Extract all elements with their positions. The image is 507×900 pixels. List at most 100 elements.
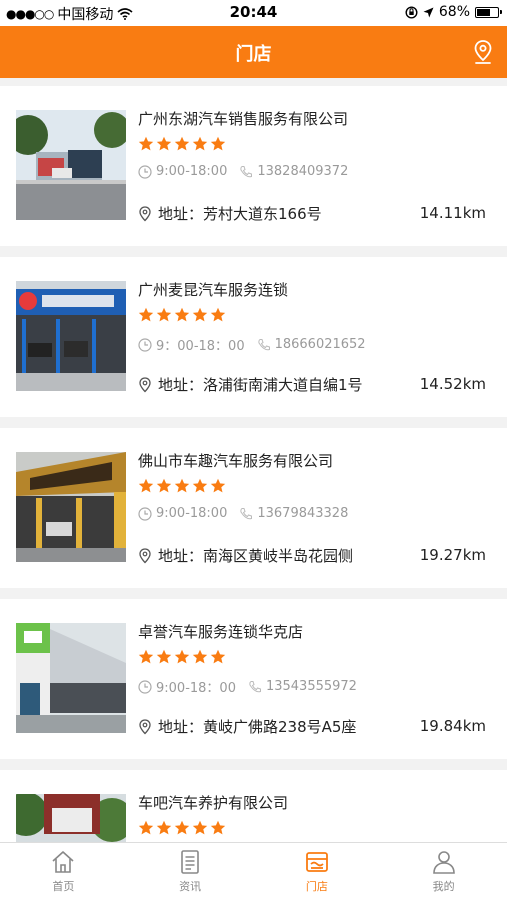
location-pin-icon xyxy=(139,205,151,221)
tab-home[interactable]: 首页 xyxy=(0,843,127,900)
phone-icon xyxy=(249,680,261,692)
star-icon xyxy=(138,307,154,322)
store-photo xyxy=(16,281,126,391)
store-name: 车吧汽车养护有限公司 xyxy=(138,794,289,812)
star-icon xyxy=(174,649,190,664)
store-address: 地址：芳村大道东166号 xyxy=(138,203,322,224)
star-icon xyxy=(138,478,154,493)
store-hours: 9:00-18:00 xyxy=(156,506,228,521)
battery-level xyxy=(477,8,490,16)
store-name: 卓誉汽车服务连锁华克店 xyxy=(138,623,304,641)
map-pin-icon[interactable] xyxy=(471,39,495,65)
nav-bar: 门店 xyxy=(0,26,507,78)
news-icon xyxy=(181,850,199,874)
store-distance: 19.27km xyxy=(419,546,486,564)
tab-bar: 首页 资讯 门店 我的 xyxy=(0,842,507,900)
store-address: 地址：黄岐广佛路238号A5座 xyxy=(138,716,356,737)
store-card[interactable]: 广州麦昆汽车服务连锁 9：00-18：00 18666021652 地址：洛浦街… xyxy=(0,257,507,417)
store-photo xyxy=(16,110,126,220)
location-arrow-icon xyxy=(423,7,434,17)
star-icon xyxy=(174,136,190,151)
star-icon xyxy=(210,478,226,493)
user-icon xyxy=(432,851,455,874)
phone-icon xyxy=(240,507,253,519)
store-meta: 9:00-18:00 13679843328 xyxy=(138,506,348,521)
star-icon xyxy=(192,478,208,493)
location-pin-icon xyxy=(139,718,151,734)
store-card[interactable]: 卓誉汽车服务连锁华克店 9:00-18：00 13543555972 地址：黄岐… xyxy=(0,599,507,759)
star-icon xyxy=(156,478,172,493)
rating-stars xyxy=(138,136,226,152)
location-pin-icon xyxy=(139,547,151,563)
star-icon xyxy=(156,307,172,322)
store-photo xyxy=(16,452,126,562)
status-bar: ●●●○○ 中国移动 20:44 68% xyxy=(0,0,507,26)
store-icon xyxy=(305,852,328,872)
store-address-text: 地址：南海区黄岐半岛花园侧 xyxy=(158,547,354,565)
battery-icon xyxy=(475,6,502,18)
store-hours: 9：00-18：00 xyxy=(156,339,245,354)
store-meta: 9：00-18：00 18666021652 xyxy=(138,335,366,354)
clock-icon xyxy=(138,164,152,179)
store-phone[interactable]: 13679843328 xyxy=(257,506,348,521)
store-distance: 14.52km xyxy=(419,375,486,393)
star-icon xyxy=(174,307,190,322)
store-name: 广州东湖汽车销售服务有限公司 xyxy=(138,110,349,128)
store-address-text: 地址：芳村大道东166号 xyxy=(158,205,322,223)
clock-icon xyxy=(138,506,152,521)
tab-store[interactable]: 门店 xyxy=(254,843,381,900)
store-address-text: 地址：洛浦街南浦大道自编1号 xyxy=(158,376,363,394)
star-icon xyxy=(210,136,226,151)
store-address-text: 地址：黄岐广佛路238号A5座 xyxy=(158,718,357,736)
store-phone[interactable]: 18666021652 xyxy=(275,337,366,352)
rating-stars xyxy=(138,307,226,323)
tab-mine[interactable]: 我的 xyxy=(380,843,507,900)
location-pin-icon xyxy=(139,376,151,392)
store-phone[interactable]: 13543555972 xyxy=(266,679,357,694)
star-icon xyxy=(156,820,172,835)
star-icon xyxy=(210,820,226,835)
star-icon xyxy=(138,649,154,664)
star-icon xyxy=(174,820,190,835)
star-icon xyxy=(192,136,208,151)
store-meta: 9:00-18：00 13543555972 xyxy=(138,677,357,696)
store-name: 佛山市车趣汽车服务有限公司 xyxy=(138,452,334,470)
tab-label: 我的 xyxy=(432,880,455,893)
star-icon xyxy=(192,649,208,664)
star-icon xyxy=(156,649,172,664)
store-phone[interactable]: 13828409372 xyxy=(257,164,348,179)
rating-stars xyxy=(138,649,226,665)
star-icon xyxy=(192,307,208,322)
tab-label: 资讯 xyxy=(179,880,202,893)
star-icon xyxy=(174,478,190,493)
store-card[interactable]: 广州东湖汽车销售服务有限公司 9:00-18:00 13828409372 地址… xyxy=(0,86,507,246)
phone-icon xyxy=(257,338,270,350)
clock-icon xyxy=(138,679,152,694)
star-icon xyxy=(156,136,172,151)
store-address: 地址：南海区黄岐半岛花园侧 xyxy=(138,545,353,566)
tab-news[interactable]: 资讯 xyxy=(127,843,254,900)
rating-stars xyxy=(138,478,226,494)
status-right: 68% xyxy=(405,4,502,20)
rating-stars xyxy=(138,820,226,836)
star-icon xyxy=(210,307,226,322)
page-title: 门店 xyxy=(235,44,272,65)
orientation-lock-icon xyxy=(405,5,418,19)
home-icon xyxy=(52,851,74,873)
store-meta: 9:00-18:00 13828409372 xyxy=(138,164,348,179)
store-hours: 9:00-18：00 xyxy=(156,681,236,696)
store-hours: 9:00-18:00 xyxy=(156,164,228,179)
star-icon xyxy=(210,649,226,664)
store-card[interactable]: 佛山市车趣汽车服务有限公司 9:00-18:00 13679843328 地址：… xyxy=(0,428,507,588)
star-icon xyxy=(138,136,154,151)
store-distance: 14.11km xyxy=(419,204,486,222)
store-photo xyxy=(16,623,126,733)
battery-percent: 68% xyxy=(438,4,470,20)
star-icon xyxy=(138,820,154,835)
clock-icon xyxy=(138,337,152,352)
tab-label: 门店 xyxy=(305,880,328,893)
store-distance: 19.84km xyxy=(419,717,486,735)
tab-label: 首页 xyxy=(52,880,75,893)
star-icon xyxy=(192,820,208,835)
phone-icon xyxy=(240,165,253,177)
